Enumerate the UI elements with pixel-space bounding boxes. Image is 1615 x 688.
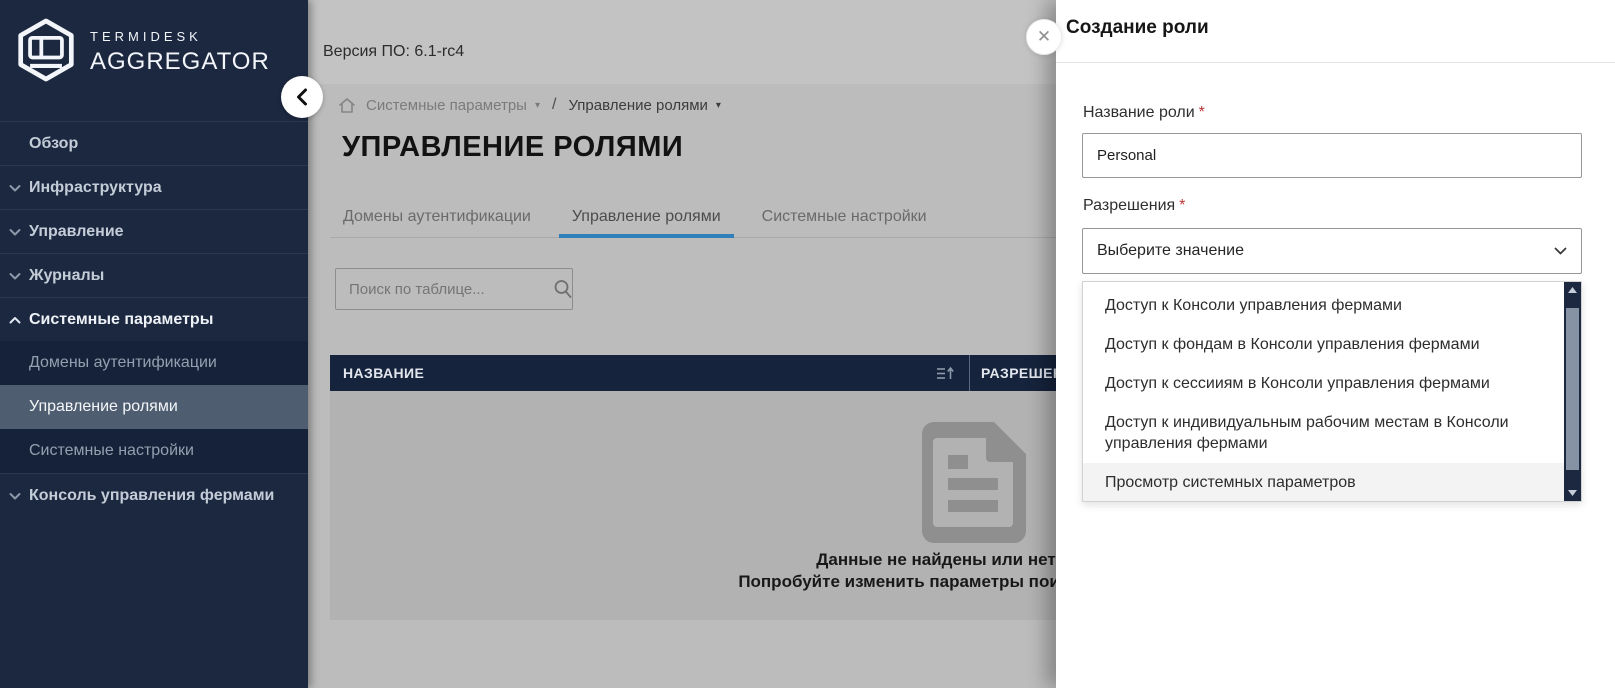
permissions-dropdown: Доступ к Консоли управления фермамиДосту… [1082,281,1582,502]
chevron-down-icon [9,272,21,280]
sidebar-item-обзор[interactable]: Обзор [0,121,308,165]
chevron-left-icon [296,88,308,106]
search-input[interactable] [336,281,548,298]
column-name-label: НАЗВАНИЕ [343,365,424,381]
sidebar-item-label: Консоль управления фермами [29,487,274,505]
dropdown-option[interactable]: Доступ к индивидуальным рабочим местам в… [1083,403,1564,463]
sort-icon[interactable] [936,366,956,381]
breadcrumb-level2[interactable]: Управление ролями ▾ [568,97,721,114]
page-title: УПРАВЛЕНИЕ РОЛЯМИ [342,131,683,164]
sidebar-nav: Обзор Инфраструктура Управление Журналы Сист… [0,121,308,517]
sidebar-item-журналы[interactable]: Журналы [0,253,308,297]
role-name-input[interactable] [1082,133,1582,178]
scrollbar-thumb[interactable] [1566,308,1579,470]
sidebar-item-label: Журналы [29,267,104,285]
table-search [335,268,573,310]
drawer-title: Создание роли [1066,17,1209,39]
software-version: Версия ПО: 6.1-rc4 [323,43,464,61]
termidesk-logo-icon [16,18,76,87]
column-header-name[interactable]: НАЗВАНИЕ [330,355,970,391]
required-asterisk: * [1179,197,1185,214]
chevron-down-icon [9,228,21,236]
required-asterisk: * [1199,104,1205,121]
chevron-down-icon [9,184,21,192]
sidebar-item-label: Инфраструктура [29,179,162,197]
document-icon [920,422,1026,543]
create-role-drawer: Создание роли Название роли* Разрешения*… [1056,0,1615,688]
sidebar-collapse-button[interactable] [281,76,323,118]
sidebar-item-инфраструктура[interactable]: Инфраструктура [0,165,308,209]
scroll-down-icon[interactable] [1564,490,1581,496]
search-icon[interactable] [552,278,574,300]
permissions-label: Разрешения* [1083,197,1185,215]
breadcrumb-level1-label: Системные параметры [366,97,527,114]
sidebar-item-системные-параметры[interactable]: Системные параметры [0,297,308,341]
permissions-select[interactable]: Выберите значение [1082,228,1582,274]
dropdown-option[interactable]: Доступ к фондам в Консоли управления фер… [1083,325,1564,364]
dropdown-option[interactable]: Доступ к сессииям в Консоли управления ф… [1083,364,1564,403]
brand: TERMIDESK AGGREGATOR [0,0,308,86]
sidebar-item-label: Обзор [29,135,78,153]
permissions-select-value: Выберите значение [1097,242,1244,260]
sidebar-item-управление[interactable]: Управление [0,209,308,253]
drawer-close-button[interactable]: ✕ [1026,19,1062,55]
breadcrumb: Системные параметры ▾ / Управление ролям… [338,96,721,114]
sidebar-subitem-управление-ролями[interactable]: Управление ролями [0,385,308,429]
breadcrumb-level1[interactable]: Системные параметры ▾ [366,97,540,114]
sidebar: TERMIDESK AGGREGATOR Обзор Инфраструктура… [0,0,308,688]
permissions-options: Доступ к Консоли управления фермамиДосту… [1083,286,1564,502]
sidebar-item-консоль-управления-фермами[interactable]: Консоль управления фермами [0,473,308,517]
role-name-label-text: Название роли [1083,104,1195,121]
dropdown-option[interactable]: Доступ к Консоли управления фермами [1083,286,1564,325]
caret-down-icon: ▾ [716,100,721,111]
caret-down-icon: ▾ [535,100,540,111]
sidebar-item-label: Системные параметры [29,311,213,329]
sidebar-subitem-системные-настройки[interactable]: Системные настройки [0,429,308,473]
breadcrumb-separator: / [552,96,556,114]
breadcrumb-level2-label: Управление ролями [568,97,707,114]
sidebar-subitem-домены-аутентификации[interactable]: Домены аутентификации [0,341,308,385]
tab-управление-ролями[interactable]: Управление ролями [559,196,734,237]
sidebar-submenu: Домены аутентификацииУправление ролямиСи… [0,341,308,473]
dropdown-option[interactable]: Просмотр системных параметров [1083,463,1564,502]
permissions-label-text: Разрешения [1083,197,1175,214]
chevron-up-icon [9,316,21,324]
chevron-down-icon [9,492,21,500]
tab-домены-аутентификации[interactable]: Домены аутентификации [330,196,544,237]
role-name-label: Название роли* [1083,104,1205,122]
tab-системные-настройки[interactable]: Системные настройки [749,196,940,237]
brand-line1: TERMIDESK [90,29,270,44]
chevron-down-icon [1554,247,1567,255]
dropdown-scrollbar[interactable] [1564,282,1581,501]
scroll-up-icon[interactable] [1564,287,1581,293]
brand-line2: AGGREGATOR [90,48,270,76]
home-icon[interactable] [338,97,356,114]
sidebar-item-label: Управление [29,223,124,241]
drawer-header-divider [1056,62,1615,63]
